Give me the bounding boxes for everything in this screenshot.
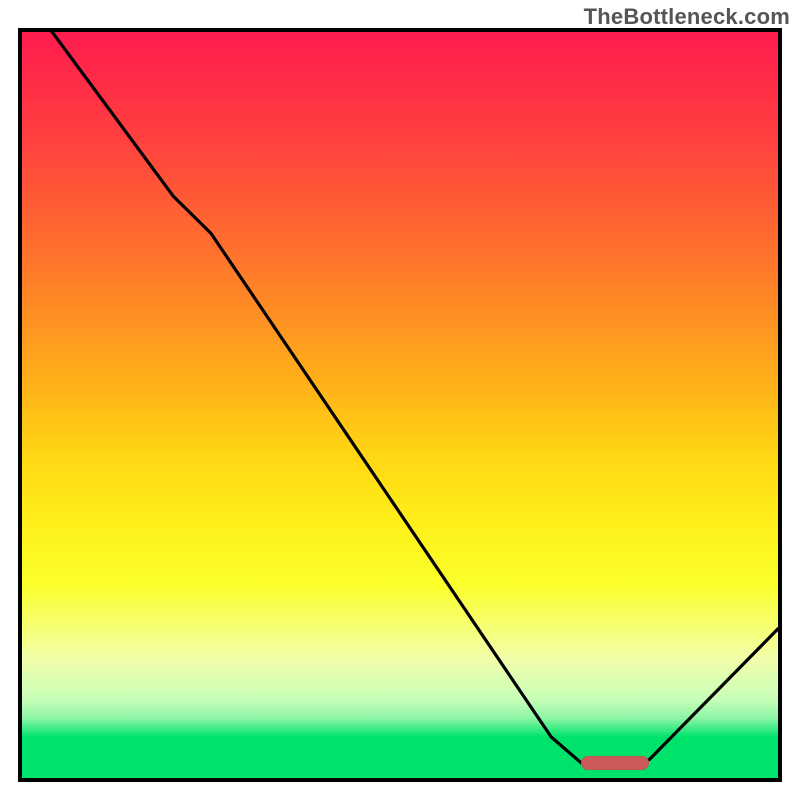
optimal-range-marker — [581, 756, 649, 770]
chart-canvas: TheBottleneck.com — [0, 0, 800, 800]
plot-area — [22, 32, 778, 778]
watermark-text: TheBottleneck.com — [584, 4, 790, 30]
plot-frame — [18, 28, 782, 782]
bottleneck-curve — [22, 32, 778, 778]
